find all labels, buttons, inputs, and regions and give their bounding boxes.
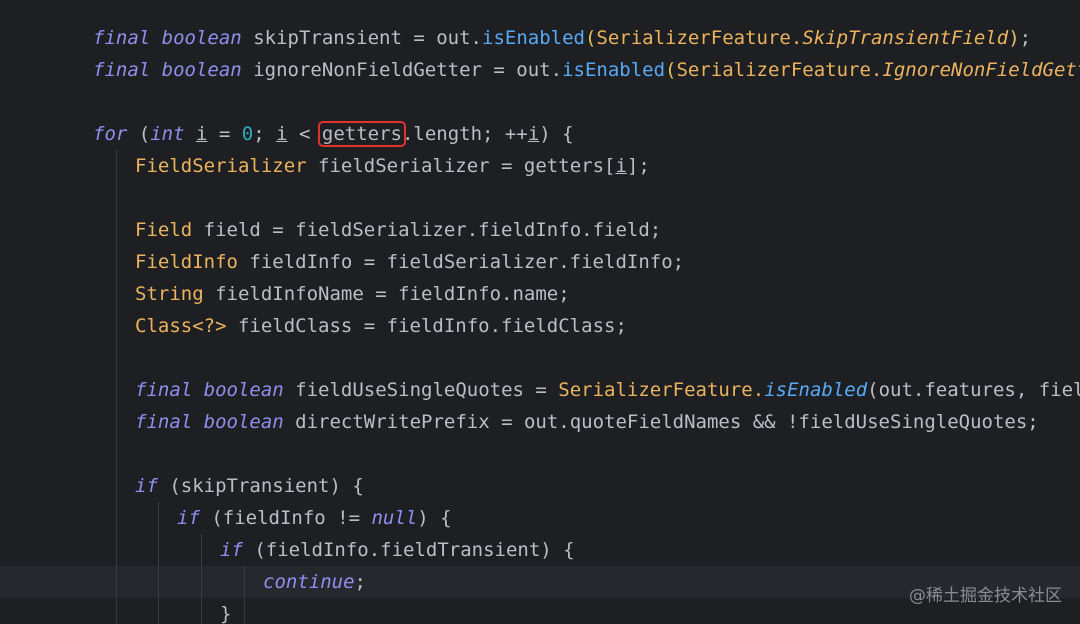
code-text: fieldClass = fieldInfo.fieldClass; — [226, 315, 627, 337]
getters-highlight-box: getters — [317, 121, 406, 147]
keyword-if: if — [135, 475, 158, 497]
indent-guide — [158, 502, 159, 624]
operator: = — [207, 123, 242, 145]
keyword-boolean: boolean — [161, 59, 242, 81]
number-literal: 0 — [241, 123, 254, 145]
code-text: fieldInfo = fieldSerializer.fieldInfo; — [237, 251, 685, 273]
class-ref: SerializerFeature. — [596, 27, 803, 49]
code-line-field-info[interactable]: FieldInfo fieldInfo = fieldSerializer.fi… — [135, 246, 684, 278]
code-line-field[interactable]: Field field = fieldSerializer.fieldInfo.… — [135, 214, 661, 246]
code-line-field-info-name[interactable]: String fieldInfoName = fieldInfo.name; — [135, 278, 570, 310]
code-text: fieldInfoName = fieldInfo.name; — [203, 283, 570, 305]
code-line-closing-brace[interactable]: } — [220, 598, 231, 624]
operator: = — [481, 59, 517, 81]
code-text: fieldUseSingleQuotes = — [283, 379, 559, 401]
code-line-field-serializer[interactable]: FieldSerializer fieldSerializer = getter… — [135, 150, 650, 182]
constant-ref: SkipTransientField — [802, 27, 1009, 49]
type-name: Class<?> — [135, 315, 227, 337]
closing-brace: } — [220, 603, 232, 624]
keyword-final: final — [135, 379, 193, 401]
code-text: .length; ++ — [401, 123, 528, 145]
paren-open: ( — [584, 27, 597, 49]
class-ref: SerializerFeature. — [558, 379, 765, 401]
keyword-boolean: boolean — [203, 411, 284, 433]
code-line-field-use-single-quotes[interactable]: final boolean fieldUseSingleQuotes = Ser… — [135, 374, 1080, 406]
keyword-final: final — [93, 59, 151, 81]
code-text: (fieldInfo.fieldTransient) { — [242, 539, 575, 561]
indent-guide — [116, 150, 117, 624]
keyword-continue: continue — [263, 571, 355, 593]
operator: < — [287, 123, 322, 145]
keyword-int: int — [150, 123, 185, 145]
semicolon: ; — [354, 571, 366, 593]
code-text: (skipTransient) { — [157, 475, 364, 497]
code-line-direct-write-prefix[interactable]: final boolean directWritePrefix = out.qu… — [135, 406, 1039, 438]
code-line-continue[interactable]: continue; — [263, 566, 366, 598]
code-text: directWritePrefix = out.quoteFieldNames … — [283, 411, 1039, 433]
method-call: isEnabled — [562, 59, 666, 81]
loop-variable: i — [276, 123, 288, 145]
type-name: Field — [135, 219, 193, 241]
keyword-final: final — [93, 27, 151, 49]
method-call: isEnabled — [482, 27, 585, 49]
code-line-if-field-info-not-null[interactable]: if (fieldInfo != null) { — [177, 502, 452, 534]
variable-name: ignoreNonFieldGetter — [253, 59, 482, 81]
code-line-skip-transient[interactable]: final boolean skipTransient = out.isEnab… — [93, 22, 1031, 54]
method-call: isEnabled — [764, 379, 868, 401]
watermark: @稀土掘金技术社区 — [909, 586, 1062, 606]
loop-variable: i — [196, 123, 208, 145]
paren-open: ( — [127, 123, 151, 145]
keyword-for: for — [93, 123, 128, 145]
constant-ref: IgnoreNonFieldGetter — [882, 59, 1080, 81]
keyword-boolean: boolean — [203, 379, 284, 401]
type-name: String — [135, 283, 204, 305]
variable-name: skipTransient — [253, 27, 402, 49]
code-text: fieldSerializer = getters[ — [306, 155, 616, 177]
code-line-if-field-transient[interactable]: if (fieldInfo.fieldTransient) { — [220, 534, 575, 566]
paren-close: ) — [1008, 27, 1020, 49]
loop-variable: i — [527, 123, 540, 145]
keyword-if: if — [220, 539, 243, 561]
object-ref: out. — [516, 59, 563, 81]
keyword-if: if — [177, 507, 200, 529]
loop-variable: i — [615, 155, 627, 177]
type-name: FieldSerializer — [135, 155, 307, 177]
code-text: ) { — [539, 123, 574, 145]
keyword-null: null — [371, 507, 418, 529]
indent-guide — [201, 534, 202, 624]
code-text: (fieldInfo != — [199, 507, 372, 529]
keyword-boolean: boolean — [161, 27, 242, 49]
semicolon: ; — [1019, 27, 1032, 49]
code-text: ) { — [417, 507, 452, 529]
keyword-final: final — [135, 411, 193, 433]
code-text: field = fieldSerializer.fieldInfo.field; — [192, 219, 662, 241]
code-text: (out.features, fieldInfo. — [867, 379, 1080, 401]
code-line-for-loop[interactable]: for (int i = 0; i < getters.length; ++i)… — [93, 118, 574, 150]
indent-guide — [244, 566, 245, 624]
code-line-field-class[interactable]: Class<?> fieldClass = fieldInfo.fieldCla… — [135, 310, 627, 342]
type-name: FieldInfo — [135, 251, 238, 273]
object-ref: out. — [436, 27, 482, 49]
paren-open: ( — [665, 59, 677, 81]
code-line-ignore-non-field-getter[interactable]: final boolean ignoreNonFieldGetter = out… — [93, 54, 1080, 86]
separator: ; — [253, 123, 277, 145]
class-ref: SerializerFeature. — [676, 59, 883, 81]
operator: = — [401, 27, 437, 49]
code-text: ]; — [626, 155, 650, 177]
code-line-if-skip-transient[interactable]: if (skipTransient) { — [135, 470, 364, 502]
code-editor[interactable]: final boolean skipTransient = out.isEnab… — [0, 0, 1080, 624]
